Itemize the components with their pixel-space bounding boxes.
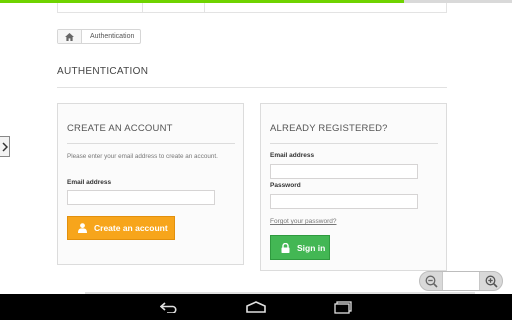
create-account-heading: CREATE AN ACCOUNT bbox=[67, 123, 173, 134]
recents-button[interactable] bbox=[323, 294, 363, 320]
create-account-panel: CREATE AN ACCOUNT Please enter your emai… bbox=[57, 103, 244, 265]
home-outline-icon bbox=[246, 301, 266, 313]
login-panel: ALREADY REGISTERED? Email address Passwo… bbox=[260, 103, 447, 271]
zoom-slider-track bbox=[442, 272, 480, 290]
zoom-out-icon bbox=[425, 275, 438, 288]
password-input[interactable] bbox=[270, 194, 418, 209]
home-button[interactable] bbox=[236, 294, 276, 320]
back-icon bbox=[160, 302, 177, 313]
top-menu-divider bbox=[204, 3, 205, 13]
zoom-in-icon bbox=[485, 275, 498, 288]
breadcrumb-home[interactable] bbox=[58, 30, 82, 43]
breadcrumb: Authentication bbox=[57, 29, 142, 44]
side-drawer-toggle[interactable] bbox=[0, 136, 10, 157]
login-email-input[interactable] bbox=[270, 164, 418, 179]
password-label: Password bbox=[270, 182, 301, 189]
android-navigation-bar bbox=[0, 294, 512, 320]
recents-icon bbox=[334, 300, 352, 314]
panel-divider bbox=[270, 143, 438, 144]
title-divider bbox=[57, 87, 447, 88]
zoom-out-button[interactable] bbox=[423, 273, 439, 289]
top-menu-stub bbox=[57, 3, 447, 13]
login-heading: ALREADY REGISTERED? bbox=[270, 123, 388, 134]
create-email-input[interactable] bbox=[67, 190, 215, 205]
chevron-right-icon bbox=[1, 141, 8, 152]
sign-in-button-label: Sign in bbox=[297, 242, 326, 253]
sign-in-button[interactable]: Sign in bbox=[270, 235, 330, 260]
breadcrumb-current: Authentication bbox=[90, 33, 135, 40]
create-email-label: Email address bbox=[67, 179, 112, 186]
home-icon bbox=[65, 32, 74, 41]
lock-icon bbox=[276, 242, 294, 253]
create-account-button[interactable]: Create an account bbox=[67, 216, 175, 240]
zoom-in-button[interactable] bbox=[483, 273, 499, 289]
create-account-intro: Please enter your email address to creat… bbox=[67, 153, 218, 160]
top-menu-divider bbox=[142, 3, 143, 13]
zoom-controls bbox=[419, 271, 503, 291]
panel-divider bbox=[67, 143, 235, 144]
page-title: AUTHENTICATION bbox=[57, 66, 149, 77]
login-email-label: Email address bbox=[270, 152, 315, 159]
create-account-button-label: Create an account bbox=[94, 223, 168, 233]
forgot-password-link[interactable]: Forgot your password? bbox=[270, 218, 336, 225]
user-icon bbox=[73, 223, 91, 233]
back-button[interactable] bbox=[150, 294, 190, 320]
